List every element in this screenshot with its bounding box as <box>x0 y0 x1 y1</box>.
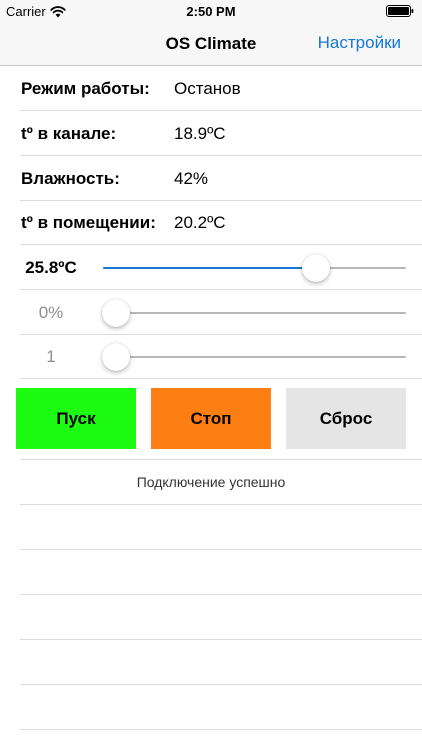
slider-track <box>103 356 406 358</box>
room-temp-row: tº в помещении: 20.2ºC <box>0 200 422 245</box>
row-separator <box>20 378 422 379</box>
humidity-slider-row: 0% <box>0 290 422 335</box>
fan-slider[interactable] <box>102 343 406 371</box>
temperature-slider-row: 25.8ºC <box>0 245 422 290</box>
slider-thumb[interactable] <box>302 254 330 282</box>
channel-temp-label: tº в канале: <box>21 124 117 143</box>
mode-row: Режим работы: Останов <box>0 66 422 111</box>
row-separator <box>20 594 422 595</box>
humidity-slider[interactable] <box>102 299 406 327</box>
row-separator <box>20 684 422 685</box>
slider-thumb[interactable] <box>102 343 131 371</box>
mode-value: Останов <box>174 79 241 98</box>
humidity-row: Влажность: 42% <box>0 156 422 201</box>
humidity-value: 42% <box>174 169 209 188</box>
status-bar: Carrier 2:50 PM <box>0 0 422 22</box>
connection-status: Подключение успешно <box>136 474 286 490</box>
status-time: 2:50 PM <box>186 4 236 19</box>
channel-temp-value: 18.9ºC <box>174 124 226 143</box>
stop-button[interactable]: Стоп <box>151 388 271 449</box>
channel-temp-row: tº в канале: 18.9ºC <box>0 111 422 156</box>
reset-button[interactable]: Сброс <box>286 388 406 449</box>
temperature-setpoint-label: 25.8ºC <box>25 258 77 277</box>
row-separator <box>20 504 422 505</box>
battery-full-icon <box>386 5 414 17</box>
humidity-label: Влажность: <box>21 169 120 188</box>
row-separator <box>20 639 422 640</box>
navigation-bar: OS Climate Настройки <box>0 22 422 66</box>
slider-fill <box>103 267 316 269</box>
slider-thumb[interactable] <box>102 299 131 327</box>
mode-label: Режим работы: <box>21 79 150 98</box>
fan-speed-label: 1 <box>46 347 56 366</box>
temperature-slider[interactable] <box>103 254 406 282</box>
start-button[interactable]: Пуск <box>16 388 136 449</box>
row-separator <box>20 549 422 550</box>
fan-slider-row: 1 <box>0 334 422 379</box>
row-separator <box>20 459 422 460</box>
row-separator <box>20 729 422 730</box>
slider-track <box>103 312 406 314</box>
settings-button[interactable]: Настройки <box>318 33 401 53</box>
room-temp-value: 20.2ºC <box>174 213 226 232</box>
humidity-setpoint-label: 0% <box>38 303 64 322</box>
room-temp-label: tº в помещении: <box>21 213 156 232</box>
